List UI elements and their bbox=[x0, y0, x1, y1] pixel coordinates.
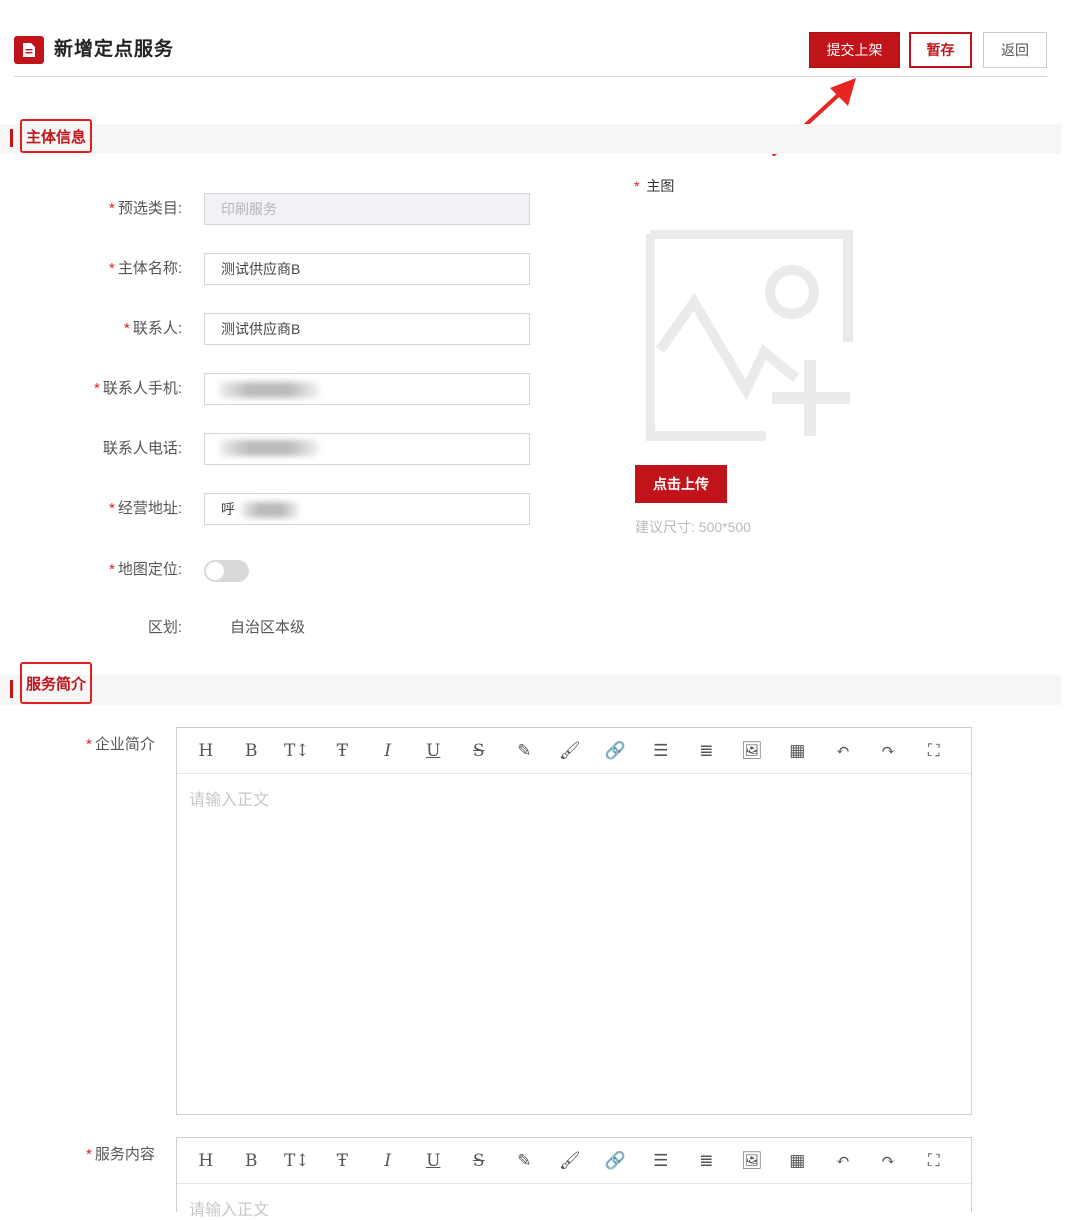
list-icon[interactable]: ☰ bbox=[638, 1151, 684, 1171]
contact-mobile-label: * 联系人手机: bbox=[93, 380, 182, 397]
address-label: * 经营地址: bbox=[108, 500, 182, 517]
editor-placeholder: 请输入正文 bbox=[189, 1202, 270, 1219]
image-placeholder-icon[interactable] bbox=[646, 230, 856, 442]
font-size-icon[interactable]: T↕ bbox=[274, 741, 320, 761]
service-content-label: * 服务内容 bbox=[86, 1146, 155, 1163]
editor-placeholder: 请输入正文 bbox=[189, 792, 270, 809]
bold-icon[interactable]: B bbox=[229, 741, 275, 761]
required-star: * bbox=[108, 561, 115, 578]
section-service-intro-title: 服务简介 bbox=[20, 662, 93, 704]
pen-icon[interactable]: ✎ bbox=[502, 741, 548, 761]
italic-icon[interactable]: I bbox=[365, 1151, 411, 1171]
redo-icon[interactable]: ↷ bbox=[866, 741, 912, 761]
required-star: * bbox=[634, 178, 640, 194]
required-star: * bbox=[86, 736, 92, 753]
italic-icon[interactable]: I bbox=[365, 741, 411, 761]
document-icon bbox=[23, 43, 35, 57]
underline-icon[interactable]: U bbox=[411, 741, 457, 761]
contact-mobile-input[interactable] bbox=[204, 373, 530, 405]
undo-icon[interactable]: ↶ bbox=[820, 741, 866, 761]
redo-icon[interactable]: ↷ bbox=[866, 1151, 912, 1171]
section-accent bbox=[10, 680, 13, 698]
redacted-blur bbox=[241, 502, 299, 518]
font-size-icon[interactable]: T↕ bbox=[274, 1151, 320, 1171]
font-icon[interactable]: Ŧ bbox=[320, 1151, 366, 1171]
address-value: 呼 bbox=[221, 501, 235, 517]
undo-icon[interactable]: ↶ bbox=[820, 1151, 866, 1171]
section-accent bbox=[10, 129, 13, 147]
editor-toolbar: H B T↕ Ŧ I U S ✎ 🖌 🔗 ☰ ≣ 🖼 ▦ ↶ ↷ ⛶ bbox=[177, 1138, 971, 1184]
brush-icon[interactable]: 🖌 bbox=[547, 1151, 593, 1171]
image-icon[interactable]: 🖼 bbox=[729, 741, 775, 761]
contact-label: * 联系人: bbox=[123, 320, 182, 337]
section-service-intro-bar bbox=[0, 675, 1061, 705]
page-icon bbox=[14, 36, 44, 64]
required-star: * bbox=[108, 200, 115, 217]
main-image-label: * 主图 bbox=[634, 178, 675, 194]
contact-input[interactable]: 测试供应商B bbox=[204, 313, 530, 345]
category-label: * 预选类目: bbox=[108, 200, 182, 217]
fullscreen-icon[interactable]: ⛶ bbox=[911, 1151, 957, 1171]
link-icon[interactable]: 🔗 bbox=[593, 1151, 639, 1171]
required-star: * bbox=[123, 320, 130, 337]
list-icon[interactable]: ☰ bbox=[638, 741, 684, 761]
required-star: * bbox=[93, 380, 100, 397]
align-icon[interactable]: ≣ bbox=[684, 741, 730, 761]
bold-icon[interactable]: B bbox=[229, 1151, 275, 1171]
map-location-label: * 地图定位: bbox=[108, 561, 182, 578]
fullscreen-icon[interactable]: ⛶ bbox=[911, 741, 957, 761]
page-title: 新增定点服务 bbox=[54, 39, 175, 60]
contact-phone-input[interactable] bbox=[204, 433, 530, 465]
back-button[interactable]: 返回 bbox=[983, 32, 1047, 68]
entity-name-label: * 主体名称: bbox=[108, 260, 182, 277]
image-icon[interactable]: 🖼 bbox=[729, 1151, 775, 1171]
upload-button[interactable]: 点击上传 bbox=[635, 465, 727, 503]
heading-icon[interactable]: H bbox=[183, 741, 229, 761]
company-intro-editor[interactable]: H B T↕ Ŧ I U S ✎ 🖌 🔗 ☰ ≣ 🖼 ▦ ↶ ↷ ⛶ 请输入正文 bbox=[176, 727, 972, 1115]
region-value: 自治区本级 bbox=[230, 619, 306, 636]
brush-icon[interactable]: 🖌 bbox=[547, 741, 593, 761]
strikethrough-icon[interactable]: S bbox=[456, 741, 502, 761]
strikethrough-icon[interactable]: S bbox=[456, 1151, 502, 1171]
redacted-blur bbox=[219, 382, 319, 398]
align-icon[interactable]: ≣ bbox=[684, 1151, 730, 1171]
heading-icon[interactable]: H bbox=[183, 1151, 229, 1171]
table-icon[interactable]: ▦ bbox=[775, 741, 821, 761]
required-star: * bbox=[108, 260, 115, 277]
company-intro-label: * 企业简介 bbox=[86, 736, 155, 753]
table-icon[interactable]: ▦ bbox=[775, 1151, 821, 1171]
header-divider bbox=[14, 76, 1047, 77]
service-content-editor[interactable]: H B T↕ Ŧ I U S ✎ 🖌 🔗 ☰ ≣ 🖼 ▦ ↶ ↷ ⛶ 请输入正文 bbox=[176, 1137, 972, 1219]
section-main-info-title: 主体信息 bbox=[20, 119, 93, 153]
pen-icon[interactable]: ✎ bbox=[502, 1151, 548, 1171]
editor-toolbar: H B T↕ Ŧ I U S ✎ 🖌 🔗 ☰ ≣ 🖼 ▦ ↶ ↷ ⛶ bbox=[177, 728, 971, 774]
link-icon[interactable]: 🔗 bbox=[593, 741, 639, 761]
required-star: * bbox=[86, 1146, 92, 1163]
section-main-info-bar bbox=[0, 124, 1061, 154]
address-input[interactable]: 呼 bbox=[204, 493, 530, 525]
map-location-toggle[interactable] bbox=[204, 560, 249, 582]
contact-phone-label: 联系人电话: bbox=[102, 440, 182, 457]
redacted-blur bbox=[219, 440, 319, 456]
save-draft-button[interactable]: 暂存 bbox=[909, 32, 972, 68]
entity-name-input[interactable]: 测试供应商B bbox=[204, 253, 530, 285]
required-star: * bbox=[108, 500, 115, 517]
toggle-knob bbox=[206, 562, 224, 580]
region-label: 区划: bbox=[147, 619, 182, 636]
underline-icon[interactable]: U bbox=[411, 1151, 457, 1171]
category-input: 印刷服务 bbox=[204, 193, 530, 225]
upload-size-hint: 建议尺寸: 500*500 bbox=[635, 519, 751, 535]
font-icon[interactable]: Ŧ bbox=[320, 741, 366, 761]
submit-listing-button[interactable]: 提交上架 bbox=[809, 32, 900, 68]
